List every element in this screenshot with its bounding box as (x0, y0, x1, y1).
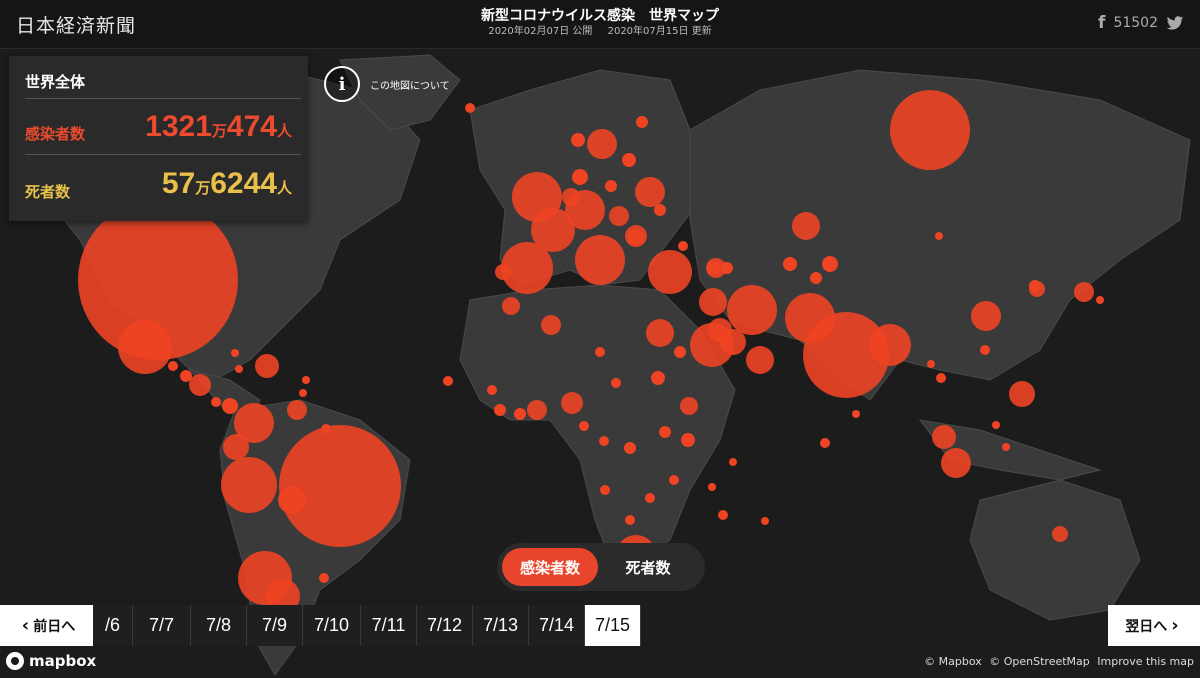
info-icon[interactable]: i (324, 66, 360, 102)
toggle-deaths-button[interactable]: 死者数 (598, 548, 698, 586)
date-cell[interactable]: 7/11 (361, 605, 417, 646)
stats-title: 世界全体 (25, 73, 86, 91)
bubble-australia (1052, 526, 1068, 542)
date-cell[interactable]: 7/13 (473, 605, 529, 646)
bubble-china (971, 301, 1001, 331)
header: 日本経済新聞 新型コロナウイルス感染 世界マップ 2020年02月07日 公開 … (0, 0, 1200, 49)
bubble-kazakhstan (792, 212, 820, 240)
land-australia (969, 479, 1141, 621)
bubble-italy (575, 235, 625, 285)
map-attribution: © Mapbox © OpenStreetMap Improve this ma… (920, 655, 1194, 668)
facebook-icon[interactable]: f (1098, 13, 1105, 33)
page-title: 新型コロナウイルス感染 世界マップ (481, 8, 719, 24)
bubble-nigeria (541, 315, 561, 335)
cases-label: 感染者数 (25, 125, 86, 143)
bubble-venezuela (287, 400, 307, 420)
bubble-pakistan (785, 293, 835, 343)
published-date: 2020年02月07日 公開 (488, 26, 593, 37)
bubble-romania (628, 229, 644, 245)
date-cell[interactable]: 7/9 (247, 605, 303, 646)
bubble-indonesia (941, 448, 971, 478)
bubble-afghanistan (746, 346, 774, 374)
chevron-right-icon: › (1171, 615, 1179, 636)
bubble-brazil (279, 425, 401, 547)
about-map-link[interactable]: i この地図について (324, 66, 450, 102)
bubble-malaysia (932, 425, 956, 449)
bubble-bangladesh (869, 324, 911, 366)
date-cell[interactable]: 7/10 (303, 605, 361, 646)
deaths-label: 死者数 (25, 183, 71, 201)
about-map-label[interactable]: この地図について (370, 77, 450, 92)
date-cell[interactable]: /6 (93, 605, 133, 646)
bubble-qatar (720, 329, 746, 355)
attribution-improve[interactable]: Improve this map (1097, 655, 1194, 668)
mapbox-logo[interactable]: mapbox (6, 652, 96, 670)
bubble-portugal (495, 264, 511, 280)
bubble-philippines (1009, 381, 1035, 407)
date-cell[interactable]: 7/14 (529, 605, 585, 646)
date-strip: /6 7/7 7/8 7/9 7/10 7/11 7/12 7/13 7/14 7/15 (93, 605, 641, 646)
share-area: f 51502 (1098, 13, 1184, 33)
bubble-turkey (648, 250, 692, 294)
date-timeline: ‹ 前日へ /6 7/7 7/8 7/9 7/10 7/11 7/12 7/13 7/14 7/1… (0, 605, 1200, 646)
bubble-guatemala (189, 374, 211, 396)
bubble-cameroon (527, 400, 547, 420)
stats-divider (25, 154, 301, 155)
bubble-egypt (646, 319, 674, 347)
bubble-mexico (118, 320, 172, 374)
bubble-ghana (561, 392, 583, 414)
bubble-iran (727, 285, 777, 335)
date-cell[interactable]: 7/15 (585, 605, 641, 646)
bubble-ukraine (635, 177, 665, 207)
map-footer: mapbox © Mapbox © OpenStreetMap Improve … (0, 646, 1200, 678)
mapbox-icon (6, 652, 24, 670)
bubble-kenya (680, 397, 698, 415)
twitter-icon[interactable] (1166, 15, 1184, 31)
land-africa (459, 284, 736, 561)
date-cell[interactable]: 7/8 (191, 605, 247, 646)
bubble-russia (890, 90, 970, 170)
stats-divider (25, 98, 301, 99)
bubble-iraq (699, 288, 727, 316)
next-day-button[interactable]: 翌日へ › (1108, 605, 1200, 646)
share-count: 51502 (1113, 15, 1158, 31)
toggle-cases-button[interactable]: 感染者数 (502, 548, 598, 586)
deaths-value: 57万6244人 (161, 167, 292, 200)
bubble-bolivia (278, 486, 306, 514)
cases-value: 1321万474人 (145, 110, 292, 143)
bubble-belgium (562, 188, 580, 206)
bubble-sweden (587, 129, 617, 159)
chevron-left-icon: ‹ (21, 615, 30, 636)
date-cell[interactable]: 7/12 (417, 605, 473, 646)
bubble-morocco (502, 297, 520, 315)
publish-dates: 2020年02月07日 公開 2020年07月15日 更新 (0, 25, 1200, 39)
date-cell[interactable]: 7/7 (133, 605, 191, 646)
bubble-peru (221, 457, 277, 513)
bubble-cuba (255, 354, 279, 378)
bubble-ecuador (223, 434, 249, 460)
bubble-poland (609, 206, 629, 226)
attribution-osm[interactable]: © OpenStreetMap (989, 655, 1090, 668)
bubble-japan (1074, 282, 1094, 302)
attribution-mapbox[interactable]: © Mapbox (924, 655, 982, 668)
previous-day-button[interactable]: ‹ 前日へ (0, 605, 93, 646)
world-stats-panel: 世界全体 感染者数 1321万474人 死者数 57万6244人 (9, 56, 308, 221)
updated-date: 2020年07月15日 更新 (607, 26, 712, 37)
title-block: 新型コロナウイルス感染 世界マップ 2020年02月07日 公開 2020年07… (0, 7, 1200, 39)
metric-toggle[interactable]: 感染者数 死者数 (497, 543, 705, 591)
